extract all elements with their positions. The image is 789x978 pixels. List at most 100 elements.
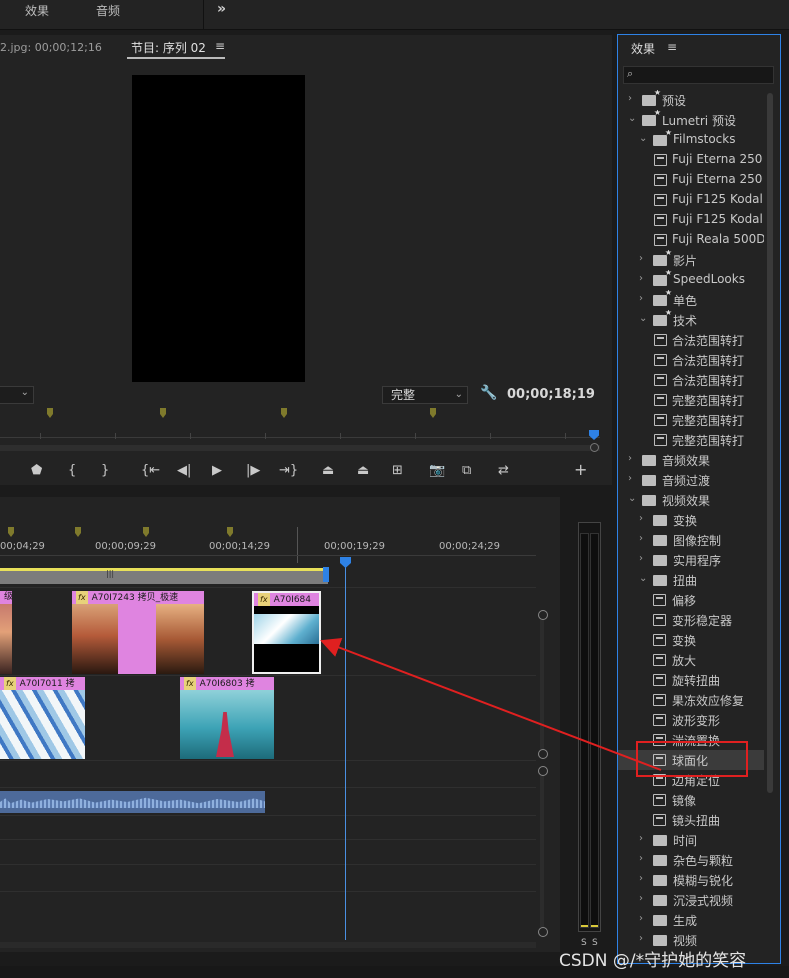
selected-video-clip[interactable]: fx A70I684	[252, 591, 321, 674]
video-clip[interactable]: 级	[0, 591, 12, 674]
chevron-right-icon[interactable]: ›	[639, 293, 643, 304]
zoom-select[interactable]: ⌄	[0, 386, 34, 404]
effects-bin-row[interactable]: › 杂色与颗粒	[618, 850, 764, 870]
resolution-select[interactable]: 完整 ⌄	[382, 386, 468, 404]
chevron-right-icon[interactable]: ›	[639, 273, 643, 284]
proxy-toggle-icon[interactable]: ⇄	[498, 463, 509, 478]
effects-bin-row[interactable]: › 时间	[618, 830, 764, 850]
effects-bin-row[interactable]: › 变换	[618, 510, 764, 530]
lift-icon[interactable]: ⏏	[322, 463, 334, 478]
chevron-right-icon[interactable]: ›	[639, 873, 643, 884]
chevron-right-icon[interactable]: ›	[639, 853, 643, 864]
timeline-horizontal-scrollbar[interactable]	[0, 942, 536, 948]
effects-bin-row[interactable]: ⌄ Filmstocks	[618, 130, 764, 150]
button-editor-plus-icon[interactable]: +	[574, 460, 587, 479]
comparison-view-icon[interactable]: ⧉	[462, 463, 471, 478]
program-monitor-tab[interactable]: 节目: 序列 02	[131, 39, 206, 56]
more-workspaces-icon[interactable]: »	[217, 1, 226, 17]
effect-item-row[interactable]: 波形变形	[618, 710, 764, 730]
chevron-right-icon[interactable]: ›	[639, 253, 643, 264]
effect-item-row[interactable]: Fuji Reala 500D	[618, 230, 764, 250]
audio-clip[interactable]	[0, 791, 265, 813]
mark-in-icon[interactable]: {	[68, 463, 76, 478]
settings-wrench-icon[interactable]: 🔧	[480, 385, 497, 401]
effect-item-row[interactable]: 完整范围转打	[618, 410, 764, 430]
effects-bin-row[interactable]: › 影片	[618, 250, 764, 270]
chevron-down-icon[interactable]: ⌄	[628, 113, 636, 124]
marker[interactable]	[47, 408, 53, 418]
effect-item-row[interactable]: Fuji Eterna 250	[618, 170, 764, 190]
timeline-playhead-line[interactable]	[345, 558, 346, 940]
marker[interactable]	[430, 408, 436, 418]
effects-bin-row[interactable]: › 图像控制	[618, 530, 764, 550]
workspace-tab-audio[interactable]: 音频	[96, 2, 120, 19]
scrollbar-handle[interactable]	[538, 749, 548, 759]
chevron-right-icon[interactable]: ›	[639, 553, 643, 564]
effects-bin-row[interactable]: › 生成	[618, 910, 764, 930]
program-playhead[interactable]	[589, 430, 599, 440]
marker[interactable]	[281, 408, 287, 418]
effect-item-row[interactable]: 偏移	[618, 590, 764, 610]
effect-item-row[interactable]: 完整范围转打	[618, 390, 764, 410]
effect-item-row[interactable]: 镜像	[618, 790, 764, 810]
effect-item-row[interactable]: 合法范围转打	[618, 330, 764, 350]
export-frame-camera-icon[interactable]: 📷	[429, 463, 445, 478]
effect-item-row[interactable]: Fuji F125 Kodal	[618, 210, 764, 230]
time-ruler[interactable]	[0, 555, 536, 556]
scrollbar-handle[interactable]	[538, 927, 548, 937]
effects-bin-row[interactable]: › 音频效果	[618, 450, 764, 470]
effects-bin-row[interactable]: ⌄ 视频效果	[618, 490, 764, 510]
marker[interactable]	[227, 527, 233, 537]
chevron-down-icon[interactable]: ⌄	[639, 313, 647, 324]
panel-menu-icon[interactable]: ≡	[667, 40, 677, 54]
effect-item-row[interactable]: 果冻效应修复	[618, 690, 764, 710]
effects-bin-row[interactable]: ⌄ 技术	[618, 310, 764, 330]
effects-bin-row[interactable]: › SpeedLooks	[618, 270, 764, 290]
source-monitor-tab[interactable]: 2.jpg: 00;00;12;16	[0, 41, 102, 54]
zoom-scrollbar[interactable]	[0, 445, 600, 451]
chevron-down-icon[interactable]: ⌄	[639, 133, 647, 144]
effects-bin-row[interactable]: › 模糊与锐化	[618, 870, 764, 890]
video-clip[interactable]: fx A70I7011 拷	[0, 677, 85, 759]
extract-icon[interactable]: ⏏	[357, 463, 369, 478]
effect-item-row[interactable]: 旋转扭曲	[618, 670, 764, 690]
effects-bin-row[interactable]: › 预设	[618, 90, 764, 110]
marker[interactable]	[75, 527, 81, 537]
chevron-down-icon[interactable]: ⌄	[628, 493, 636, 504]
playhead-timecode[interactable]: 00;00;18;19	[507, 387, 595, 402]
add-marker-icon[interactable]: ⬟	[31, 463, 42, 478]
video-clip[interactable]: fx A70I7243 拷贝_极速	[72, 591, 204, 674]
effects-bin-row[interactable]: ⌄ 扭曲	[618, 570, 764, 590]
chevron-down-icon[interactable]: ⌄	[639, 573, 647, 584]
step-forward-icon[interactable]: |▶	[246, 463, 260, 478]
audio-tracks-scrollbar[interactable]	[540, 772, 544, 927]
scrollbar-handle[interactable]	[538, 610, 548, 620]
effects-scrollbar[interactable]	[767, 93, 773, 793]
panel-menu-icon[interactable]: ≡	[215, 39, 225, 53]
effects-bin-row[interactable]: › 单色	[618, 290, 764, 310]
effects-bin-row[interactable]: ⌄ Lumetri 预设	[618, 110, 764, 130]
scrollbar-handle[interactable]	[538, 766, 548, 776]
mark-out-icon[interactable]: }	[101, 463, 109, 478]
work-area-end-handle[interactable]	[323, 567, 329, 582]
workspace-tab-effects[interactable]: 效果	[25, 2, 49, 19]
work-area-bar[interactable]: |||	[0, 568, 328, 584]
insert-icon[interactable]: ⊞	[392, 463, 403, 478]
chevron-right-icon[interactable]: ›	[639, 893, 643, 904]
chevron-right-icon[interactable]: ›	[639, 833, 643, 844]
marker[interactable]	[143, 527, 149, 537]
panel-title[interactable]: 效果	[631, 40, 655, 57]
video-clip[interactable]: fx A70I6803 拷	[180, 677, 274, 759]
video-tracks-scrollbar[interactable]	[540, 615, 544, 752]
effect-item-row[interactable]: Fuji Eterna 250	[618, 150, 764, 170]
effect-item-row[interactable]: 完整范围转打	[618, 430, 764, 450]
chevron-right-icon[interactable]: ›	[639, 933, 643, 944]
marker[interactable]	[8, 527, 14, 537]
chevron-right-icon[interactable]: ›	[628, 473, 632, 484]
effect-item-row[interactable]: 合法范围转打	[618, 350, 764, 370]
chevron-right-icon[interactable]: ›	[628, 453, 632, 464]
chevron-right-icon[interactable]: ›	[639, 913, 643, 924]
effect-item-row[interactable]: 变换	[618, 630, 764, 650]
go-to-in-icon[interactable]: {⇤	[141, 463, 160, 478]
effect-item-row[interactable]: 放大	[618, 650, 764, 670]
